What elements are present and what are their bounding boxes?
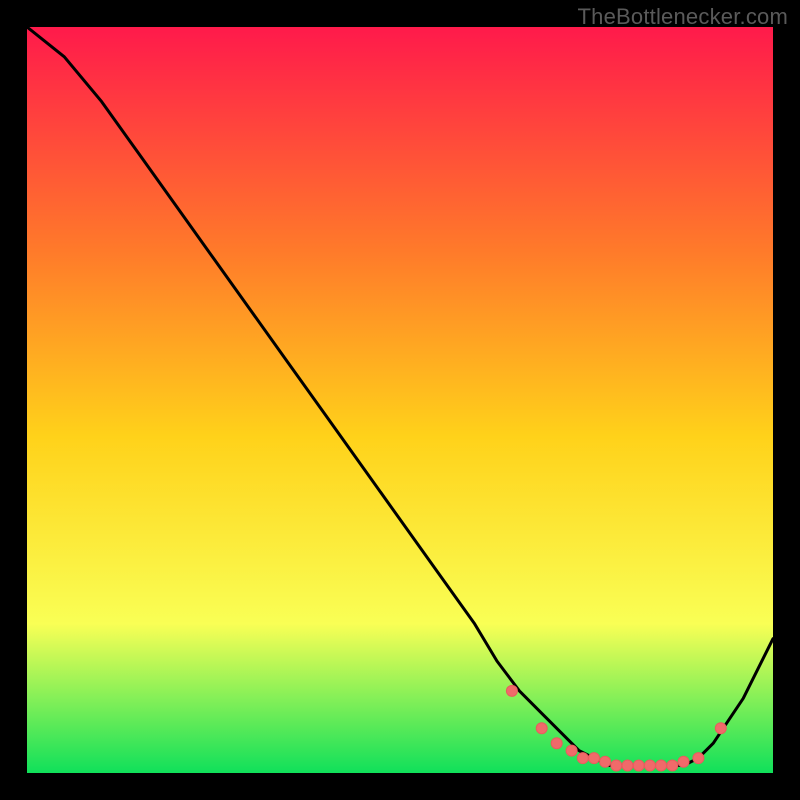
chart-stage: TheBottlenecker.com xyxy=(0,0,800,800)
marker-point xyxy=(536,723,547,734)
marker-point xyxy=(506,685,517,696)
marker-point xyxy=(622,760,633,771)
marker-point xyxy=(693,753,704,764)
gradient-background xyxy=(27,27,773,773)
marker-point xyxy=(600,756,611,767)
plot-area xyxy=(27,27,773,773)
marker-point xyxy=(551,738,562,749)
marker-point xyxy=(566,745,577,756)
marker-point xyxy=(577,753,588,764)
marker-point xyxy=(715,723,726,734)
marker-point xyxy=(644,760,655,771)
chart-svg xyxy=(27,27,773,773)
marker-point xyxy=(656,760,667,771)
marker-point xyxy=(589,753,600,764)
marker-point xyxy=(667,760,678,771)
marker-point xyxy=(611,760,622,771)
marker-point xyxy=(633,760,644,771)
marker-point xyxy=(678,756,689,767)
